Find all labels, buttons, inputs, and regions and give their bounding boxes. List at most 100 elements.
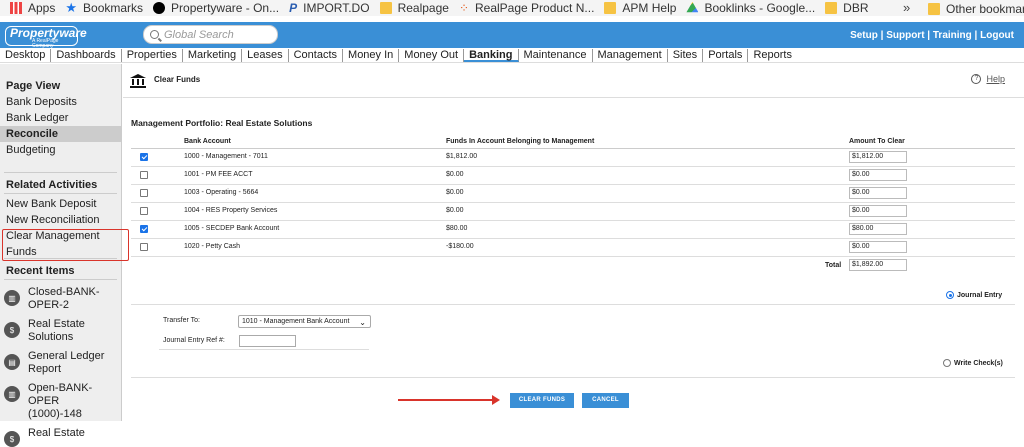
column-header-account: Bank Account [184, 138, 231, 145]
bank-icon: ▥ [4, 386, 20, 402]
amount-to-clear-input[interactable]: $0.00 [849, 169, 907, 181]
bookmark-apm-help[interactable]: APM Help [604, 1, 676, 15]
sidebar-item-bank-ledger[interactable]: Bank Ledger [0, 110, 121, 126]
sidebar-item-reconcile[interactable]: Reconcile [0, 126, 121, 142]
nav-dashboards[interactable]: Dashboards [51, 49, 122, 62]
bookmark-apps[interactable]: Apps [10, 1, 55, 15]
account-cell: 1004 - RES Property Services [184, 207, 278, 214]
sidebar-item-bank-deposits[interactable]: Bank Deposits [0, 94, 121, 110]
nav-properties[interactable]: Properties [122, 49, 183, 62]
total-row: Total $1,892.00 [131, 257, 1015, 275]
bookmark-other[interactable]: Other bookmarks [928, 2, 1024, 16]
table-row: 1005 - SECDEP Bank Account $80.00 $80.00 [131, 221, 1015, 239]
sidebar-item-new-bank-deposit[interactable]: New Bank Deposit [0, 196, 121, 212]
radio-unselected-icon [943, 359, 951, 367]
funds-cell: $0.00 [446, 171, 464, 178]
row-checkbox[interactable] [140, 225, 148, 233]
black-circle-icon [153, 2, 166, 14]
divider [159, 349, 369, 350]
page-header: Clear Funds ? Help [123, 64, 1024, 98]
recent-item[interactable]: ▥ Closed-BANK-OPER-2 [0, 286, 121, 312]
amount-to-clear-input[interactable]: $80.00 [849, 223, 907, 235]
divider [4, 193, 117, 194]
bookmark-propertyware[interactable]: Propertyware - On... [153, 1, 279, 15]
amount-to-clear-input[interactable]: $1,812.00 [849, 151, 907, 163]
nav-contacts[interactable]: Contacts [289, 49, 344, 62]
recent-items-heading: Recent Items [6, 265, 75, 277]
related-activities-heading: Related Activities [6, 179, 98, 191]
radio-selected-icon [946, 291, 954, 299]
header-links[interactable]: Setup | Support | Training | Logout [850, 30, 1014, 41]
nav-reports[interactable]: Reports [748, 49, 797, 62]
nav-money-out[interactable]: Money Out [399, 49, 465, 62]
journal-entry-radio[interactable]: Journal Entry [946, 291, 1002, 299]
nav-leases[interactable]: Leases [242, 49, 289, 62]
nav-banking[interactable]: Banking [464, 49, 519, 62]
bookmark-realpage[interactable]: Realpage [379, 1, 449, 15]
bookmark-realpage-product[interactable]: ⁘ RealPage Product N... [459, 1, 594, 15]
bookmarks-bar: Apps ★ Bookmarks Propertyware - On... P IM… [0, 0, 1024, 16]
recent-item[interactable]: $ Real Estate [0, 427, 121, 447]
recent-item[interactable]: $ Real Estate Solutions [0, 318, 121, 344]
section-title: Management Portfolio: Real Estate Soluti… [131, 118, 313, 128]
bookmark-booklinks[interactable]: Booklinks - Google... [686, 1, 815, 15]
annotation-arrow [398, 395, 500, 405]
nav-marketing[interactable]: Marketing [183, 49, 243, 62]
page-title: Clear Funds [154, 75, 201, 84]
nav-management[interactable]: Management [593, 49, 668, 62]
nav-portals[interactable]: Portals [703, 49, 749, 62]
table-row: 1020 - Petty Cash -$180.00 $0.00 [131, 239, 1015, 257]
nav-sites[interactable]: Sites [668, 49, 704, 62]
nav-desktop[interactable]: Desktop [0, 49, 52, 62]
bookmark-dbr[interactable]: DBR [825, 1, 869, 15]
journal-entry-ref-input[interactable] [239, 335, 296, 347]
row-checkbox[interactable] [140, 207, 148, 215]
dollar-icon: $ [4, 322, 20, 338]
sidebar-item-new-reconciliation[interactable]: New Reconciliation [0, 212, 121, 228]
total-value: $1,892.00 [849, 259, 907, 271]
help-link[interactable]: ? Help [971, 74, 1005, 84]
journal-entry-section: Transfer To: 1010 - Management Bank Acco… [131, 304, 1015, 378]
help-icon: ? [971, 74, 982, 84]
table-row: 1000 - Management - 7011 $1,812.00 $1,81… [131, 149, 1015, 167]
main-nav: Desktop Dashboards Properties Marketing … [0, 48, 1024, 63]
realpage-dots-icon: ⁘ [458, 1, 469, 15]
nav-maintenance[interactable]: Maintenance [519, 49, 593, 62]
global-search-input[interactable]: Global Search [143, 25, 278, 44]
amount-to-clear-input[interactable]: $0.00 [849, 205, 907, 217]
bookmarks-overflow-button[interactable]: » [903, 0, 910, 15]
nav-money-in[interactable]: Money In [343, 49, 400, 62]
funds-cell: $80.00 [446, 225, 468, 232]
divider [4, 172, 117, 173]
row-checkbox[interactable] [140, 189, 148, 197]
bookmark-bookmarks[interactable]: ★ Bookmarks [65, 1, 143, 15]
bookmark-import[interactable]: P IMPORT.DO [289, 1, 369, 15]
write-checks-radio[interactable]: Write Check(s) [943, 359, 1003, 367]
page-view-heading: Page View [6, 80, 61, 92]
main-content: Clear Funds ? Help Management Portfolio: … [123, 64, 1024, 421]
funds-cell: -$180.00 [446, 243, 474, 250]
transfer-to-select[interactable]: 1010 - Management Bank Account ⌄ [238, 315, 371, 328]
clear-funds-button[interactable]: CLEAR FUNDS [510, 393, 574, 408]
recent-item[interactable]: ▥ Open-BANK-OPER (1000)-148 [0, 382, 121, 421]
amount-to-clear-input[interactable]: $0.00 [849, 241, 907, 253]
google-drive-icon [686, 2, 699, 13]
cancel-button[interactable]: CANCEL [582, 393, 629, 408]
funds-cell: $0.00 [446, 207, 464, 214]
propertyware-logo[interactable]: Propertyware A RealPage Company [5, 26, 87, 49]
account-cell: 1005 - SECDEP Bank Account [184, 225, 280, 232]
funds-cell: $0.00 [446, 189, 464, 196]
row-checkbox[interactable] [140, 171, 148, 179]
recent-item[interactable]: ▤ General Ledger Report [0, 350, 121, 376]
account-cell: 1000 - Management - 7011 [184, 153, 268, 160]
folder-icon [604, 2, 617, 14]
row-checkbox[interactable] [140, 153, 148, 161]
folder-icon [379, 2, 392, 14]
folder-icon [825, 2, 838, 14]
bank-icon [130, 74, 146, 88]
folder-icon [928, 3, 940, 15]
journal-entry-ref-label: Journal Entry Ref #: [163, 337, 225, 344]
amount-to-clear-input[interactable]: $0.00 [849, 187, 907, 199]
row-checkbox[interactable] [140, 243, 148, 251]
sidebar-item-budgeting[interactable]: Budgeting [0, 142, 121, 158]
